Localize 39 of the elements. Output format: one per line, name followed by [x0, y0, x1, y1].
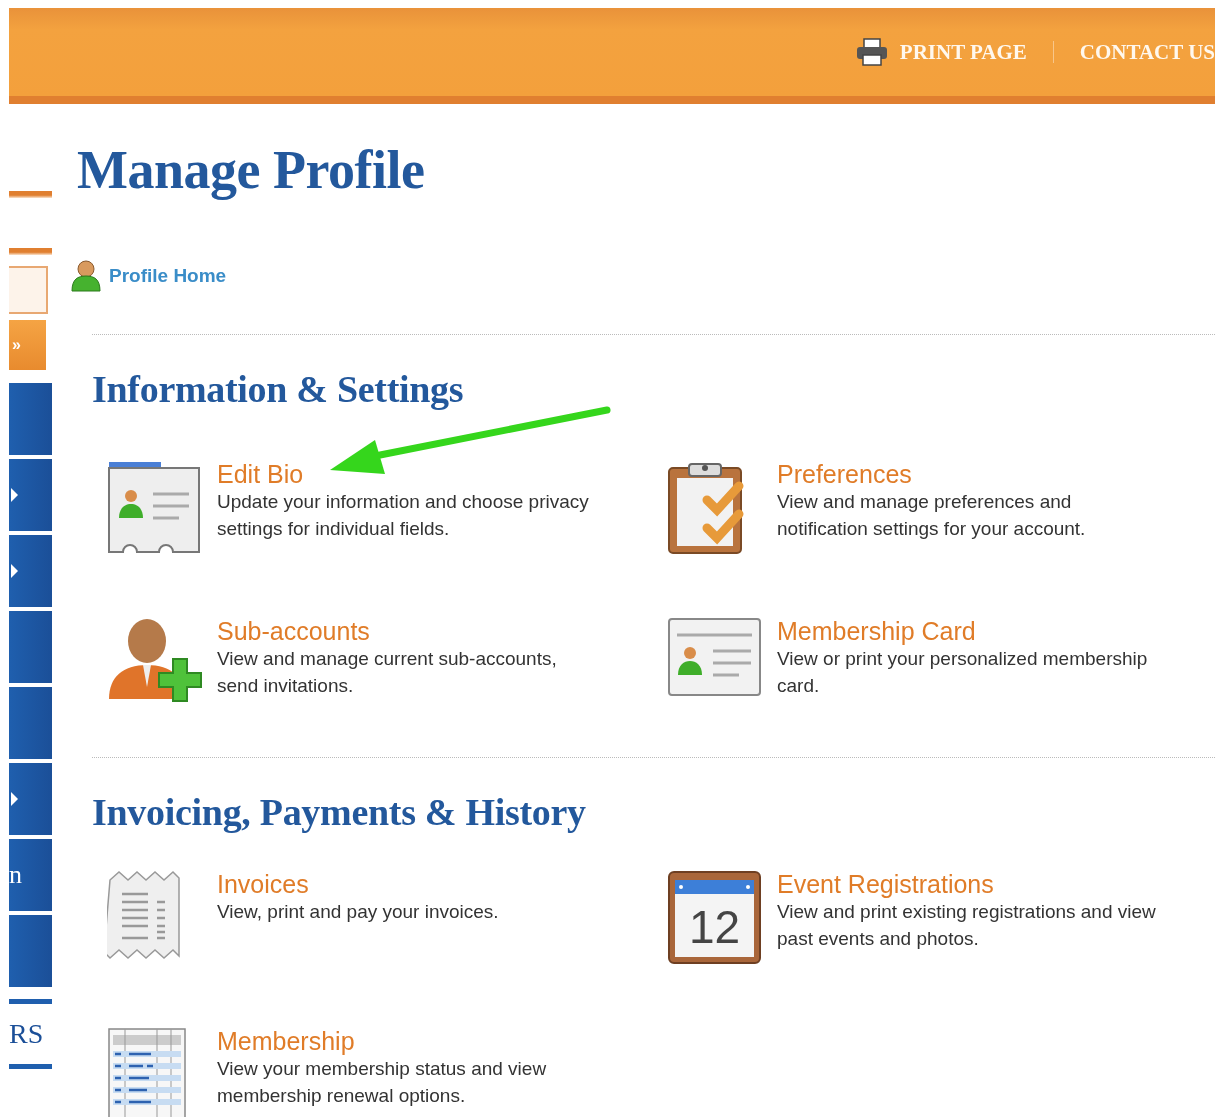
- sidebar-box: [9, 266, 48, 314]
- section-heading: Invoicing, Payments & History: [92, 790, 587, 835]
- printer-icon: [855, 38, 888, 66]
- sidebar-text: n: [9, 860, 22, 890]
- sidebar-tab[interactable]: n: [9, 839, 52, 911]
- sidebar-tab[interactable]: [9, 763, 52, 835]
- spreadsheet-icon: [107, 1027, 187, 1117]
- item-link[interactable]: Edit Bio: [217, 460, 600, 488]
- sidebar-label: RS: [9, 1017, 45, 1051]
- contact-card-icon: [107, 460, 202, 555]
- page-title: Manage Profile: [77, 139, 426, 202]
- header-link[interactable]: PRINT PAGE: [855, 38, 1027, 66]
- user-icon: [70, 259, 103, 292]
- profile-home-link[interactable]: Profile Home: [109, 264, 227, 287]
- calendar-icon: [667, 870, 762, 965]
- calendar-date: 12: [687, 900, 742, 954]
- sidebar-tab[interactable]: [9, 535, 52, 607]
- item-description: View and print existing registrations and view past events and photos.: [777, 900, 1157, 951]
- item-description: View or print your personalized membership card.: [777, 647, 1149, 698]
- item-description: View and manage preferences and notification settings for your account.: [777, 490, 1087, 541]
- item-description: View, print and pay your invoices.: [217, 900, 500, 924]
- item-description: View your membership status and view membership renewal options.: [217, 1057, 548, 1108]
- section-heading: Information & Settings: [92, 367, 465, 412]
- sidebar-tab[interactable]: [9, 611, 52, 683]
- item-link[interactable]: Membership: [217, 1027, 600, 1055]
- sidebar-tab[interactable]: [9, 687, 52, 759]
- item-link[interactable]: Event Registrations: [777, 870, 1160, 898]
- sidebar-tab[interactable]: [9, 383, 52, 455]
- id-card-icon: [667, 617, 762, 697]
- sidebar-button[interactable]: »: [9, 320, 46, 370]
- item-link[interactable]: Sub-accounts: [217, 617, 600, 645]
- item-link[interactable]: Membership Card: [777, 617, 1160, 645]
- item-description: Update your information and choose privacy settings for individual fields.: [217, 490, 590, 541]
- item-link[interactable]: Preferences: [777, 460, 1160, 488]
- item-link[interactable]: Invoices: [217, 870, 600, 898]
- item-description: View and manage current sub-accounts, send invitations.: [217, 647, 558, 698]
- sidebar-tab[interactable]: [9, 459, 52, 531]
- sidebar-tab[interactable]: [9, 915, 52, 987]
- header-link[interactable]: CONTACT US: [1079, 39, 1215, 65]
